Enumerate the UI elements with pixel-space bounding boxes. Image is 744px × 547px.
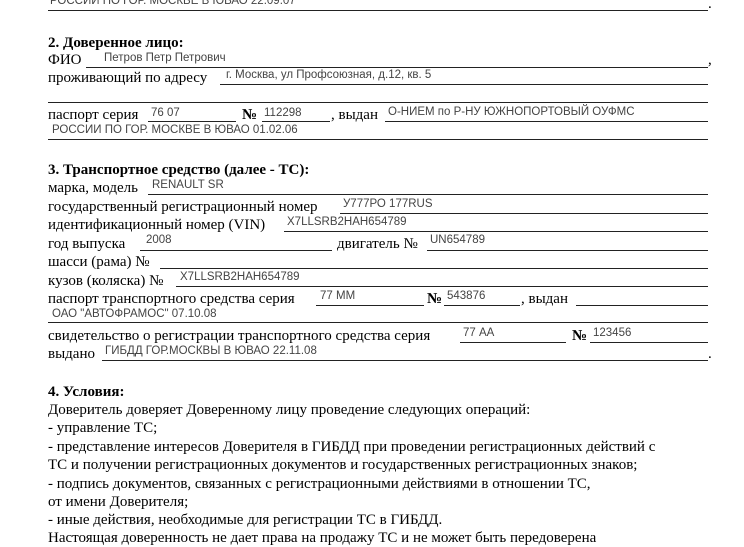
sts-issuer-underline [102, 360, 708, 361]
body-underline [176, 286, 708, 287]
fio-underline [86, 67, 708, 68]
vin-underline [284, 231, 708, 232]
year-value: 2008 [146, 234, 172, 246]
sts-issuer-value: ГИБДД ГОР.МОСКВЫ В ЮВАО 22.11.08 [105, 345, 317, 357]
section-3-heading: 3. Транспортное средство (далее - ТС): [48, 162, 310, 178]
conditions-line: - подпись документов, связанных с регист… [48, 476, 591, 492]
field-underline [48, 10, 708, 11]
conditions-line: от имени Доверителя; [48, 494, 189, 510]
address-label: проживающий по адресу [48, 70, 208, 86]
pts-number-value: 543876 [447, 290, 486, 302]
year-underline [140, 250, 332, 251]
vin-label: идентификационный номер (VIN) [48, 217, 266, 233]
reg-number-value: У777РО 177RUS [343, 198, 433, 210]
address-underline [220, 84, 708, 85]
vin-value: X7LLSRB2HAH654789 [287, 216, 407, 228]
brand-value: RENAULT SR [152, 179, 224, 191]
brand-label: марка, модель [48, 180, 138, 196]
conditions-line: - представление интересов Доверителя в Г… [48, 439, 656, 455]
body-label: кузов (коляска) № [48, 273, 164, 289]
passport-issuer-underline-2 [48, 139, 708, 140]
passport-series-value: 76 07 [151, 107, 180, 119]
sts-number-value: 123456 [593, 327, 632, 339]
pts-number-label: № [427, 291, 443, 307]
passport-number-value: 112298 [264, 107, 302, 119]
prev-issuer-value: РОССИИ ПО ГОР. МОСКВЕ В ЮВАО 22.09.07 [50, 0, 296, 7]
engine-label: двигатель № [337, 236, 418, 252]
conditions-line: - управление ТС; [48, 420, 158, 436]
period: . [708, 0, 712, 12]
pts-issuer-underline [48, 322, 708, 323]
passport-number-label: № [242, 107, 258, 123]
passport-series-underline [148, 121, 236, 122]
issued-label: , выдан [331, 107, 378, 123]
section-4-heading: 4. Условия: [48, 384, 125, 400]
pts-issued-underline [576, 305, 708, 306]
sts-label: свидетельство о регистрации транспортног… [48, 328, 431, 344]
passport-issuer-underline [385, 121, 708, 122]
address-underline-2 [48, 102, 708, 103]
engine-value: UN654789 [430, 234, 485, 246]
pts-series-underline [316, 305, 424, 306]
passport-issuer-value-2: РОССИИ ПО ГОР. МОСКВЕ В ЮВАО 01.02.06 [52, 124, 298, 136]
pts-series-value: 77 ММ [320, 290, 356, 302]
chassis-label: шасси (рама) № [48, 254, 150, 270]
conditions-line: ТС и получении регистрационных документо… [48, 457, 638, 473]
year-label: год выпуска [48, 236, 126, 252]
body-value: X7LLSRB2HAH654789 [180, 271, 300, 283]
passport-number-underline [262, 121, 330, 122]
conditions-line: Доверитель доверяет Доверенному лицу про… [48, 402, 531, 418]
sts-number-label: № [572, 328, 588, 344]
reg-number-underline [340, 213, 708, 214]
fio-label: ФИО [48, 52, 82, 68]
pts-label: паспорт транспортного средства серия [48, 291, 295, 307]
period: . [708, 346, 712, 362]
passport-series-label: паспорт серия [48, 107, 139, 123]
comma: , [708, 52, 712, 68]
reg-number-label: государственный регистрационный номер [48, 199, 318, 215]
document-page: РОССИИ ПО ГОР. МОСКВЕ В ЮВАО 22.09.07 . … [0, 0, 744, 546]
conditions-line: - иные действия, необходимые для регистр… [48, 512, 443, 528]
pts-issuer-value: ОАО "АВТОФРАМОС" 07.10.08 [52, 308, 217, 320]
passport-issuer-value: О-НИЕМ по Р-НУ ЮЖНОПОРТОВЫЙ ОУФМС [388, 106, 635, 118]
chassis-underline [160, 268, 708, 269]
sts-issued-label: выдано [48, 346, 95, 362]
fio-value: Петров Петр Петрович [104, 52, 226, 64]
brand-underline [148, 194, 708, 195]
pts-issued-label: , выдан [521, 291, 568, 307]
pts-number-underline [444, 305, 520, 306]
address-value: г. Москва, ул Профсоюзная, д.12, кв. 5 [226, 69, 432, 81]
sts-series-value: 77 АА [463, 327, 495, 339]
sts-series-underline [460, 342, 566, 343]
section-2-heading: 2. Доверенное лицо: [48, 35, 184, 51]
sts-number-underline [590, 342, 708, 343]
engine-underline [427, 250, 708, 251]
